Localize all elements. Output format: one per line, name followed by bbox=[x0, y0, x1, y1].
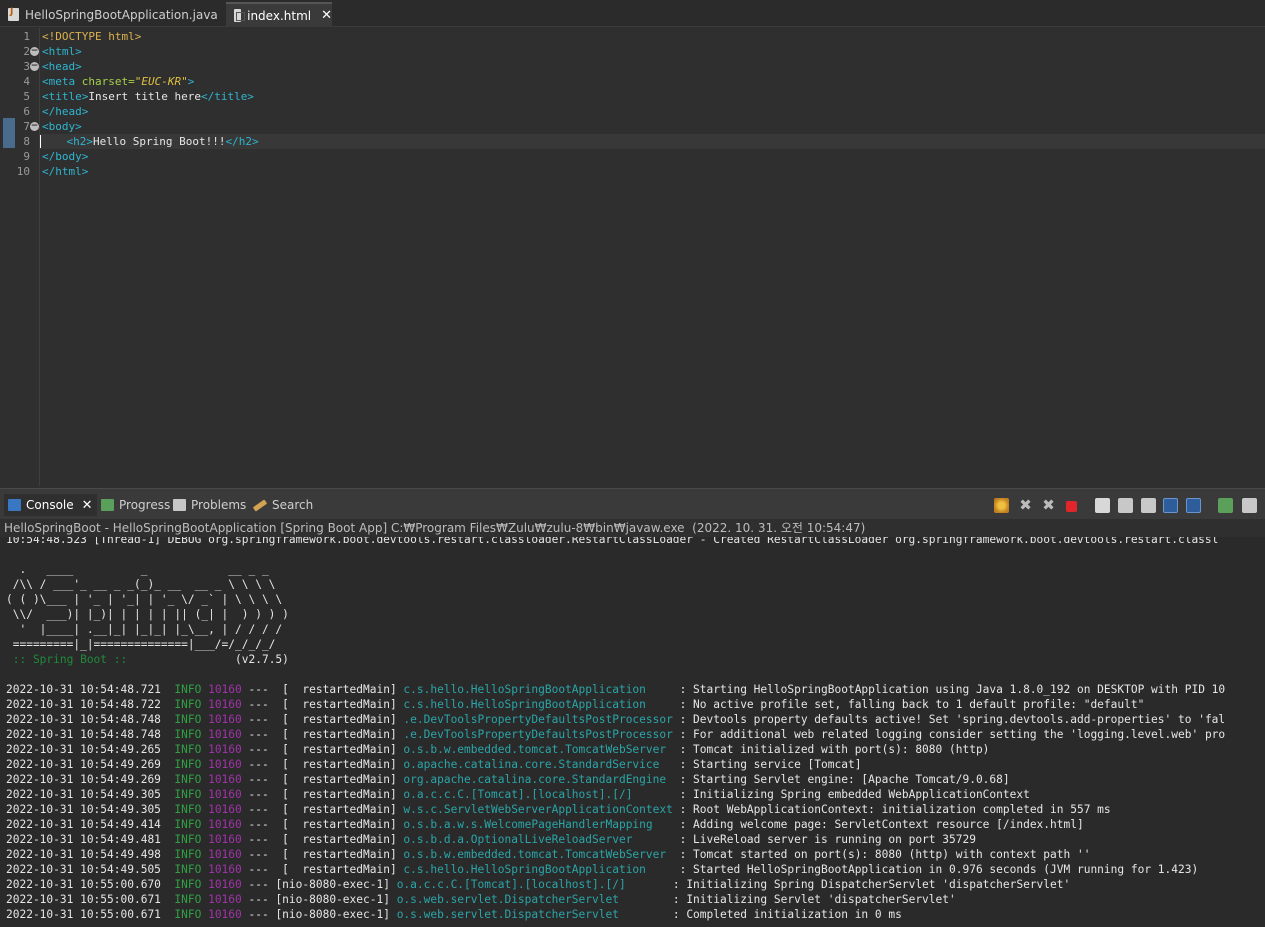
log-line: 2022-10-31 10:55:00.670 INFO 10160 --- [… bbox=[6, 878, 1071, 891]
tab-label: HelloSpringBootApplication.java bbox=[25, 7, 218, 22]
sync-icon[interactable] bbox=[994, 498, 1009, 513]
close-icon[interactable]: ✕ bbox=[321, 8, 332, 23]
text-cursor bbox=[40, 135, 41, 148]
spring-banner-line: \\/ ___)| |_)| | | | | || (_| | ) ) ) ) bbox=[6, 608, 289, 621]
pin-console-icon[interactable] bbox=[1163, 498, 1178, 513]
log-line: 2022-10-31 10:54:49.498 INFO 10160 --- [… bbox=[6, 848, 1091, 861]
code-line-4: <meta charset="EUC-KR"> bbox=[42, 75, 195, 88]
show-on-output-icon[interactable] bbox=[1186, 498, 1201, 513]
log-line: 2022-10-31 10:54:49.305 INFO 10160 --- [… bbox=[6, 788, 1030, 801]
fold-collapse-icon[interactable]: − bbox=[30, 122, 39, 131]
tab-problems[interactable]: Problems bbox=[173, 494, 246, 516]
log-line: 2022-10-31 10:54:48.748 INFO 10160 --- [… bbox=[6, 728, 1226, 741]
console-icon bbox=[8, 499, 21, 511]
editor-tab-bar: HelloSpringBootApplication.java index.ht… bbox=[0, 0, 1265, 27]
log-line: 2022-10-31 10:54:48.748 INFO 10160 --- [… bbox=[6, 713, 1226, 726]
line-number-gutter: 1 2 3 4 5 6 7 8 9 10 − − − bbox=[0, 28, 40, 486]
progress-icon bbox=[101, 499, 114, 511]
tab-progress[interactable]: Progress bbox=[101, 494, 170, 516]
code-line-8: <h2>Hello Spring Boot!!!</h2> bbox=[40, 134, 1265, 149]
display-console-icon[interactable] bbox=[1242, 498, 1257, 513]
code-line-10: </html> bbox=[42, 165, 89, 178]
terminate-icon[interactable] bbox=[1066, 501, 1077, 512]
spring-banner-line: /\\ / ___'_ __ _ _(_)_ __ __ _ \ \ \ \ bbox=[6, 578, 276, 591]
remove-all-icon[interactable]: ✖ bbox=[1041, 498, 1056, 513]
code-editor[interactable]: 1 2 3 4 5 6 7 8 9 10 − − − <!DOCTYPE htm… bbox=[0, 28, 1265, 486]
code-line-6: </head> bbox=[42, 105, 89, 118]
code-line-3: <head> bbox=[42, 60, 82, 73]
line-number: 7 bbox=[23, 120, 30, 133]
line-number: 9 bbox=[23, 150, 30, 163]
remove-launch-icon[interactable]: ✖ bbox=[1018, 498, 1033, 513]
line-number: 3 bbox=[23, 60, 30, 73]
console-output[interactable]: 10:54:48.523 [Thread-1] DEBUG org.spring… bbox=[0, 537, 1265, 927]
code-line-1: <!DOCTYPE html> bbox=[42, 30, 142, 43]
tab-index-html[interactable]: index.html ✕ bbox=[226, 2, 332, 27]
line-number: 8 bbox=[23, 135, 30, 148]
fold-collapse-icon[interactable]: − bbox=[30, 62, 39, 71]
spring-banner-line: . ____ _ __ _ _ bbox=[6, 563, 269, 576]
code-line-5: <title>Insert title here</title> bbox=[42, 90, 254, 103]
spring-banner-line: =========|_|==============|___/=/_/_/_/ bbox=[6, 638, 276, 651]
console-launch-description: HelloSpringBoot - HelloSpringBootApplica… bbox=[0, 519, 1265, 537]
log-line: 2022-10-31 10:54:48.722 INFO 10160 --- [… bbox=[6, 698, 1145, 711]
code-line-9: </body> bbox=[42, 150, 89, 163]
java-file-icon bbox=[8, 7, 19, 21]
scroll-lock-icon[interactable] bbox=[1118, 498, 1133, 513]
log-line: 2022-10-31 10:54:49.265 INFO 10160 --- [… bbox=[6, 743, 990, 756]
word-wrap-icon[interactable] bbox=[1141, 498, 1156, 513]
fold-collapse-icon[interactable]: − bbox=[30, 47, 39, 56]
spring-banner-line: ( ( )\___ | '_ | '_| | '_ \/ _` | \ \ \ … bbox=[6, 593, 283, 606]
search-icon bbox=[252, 498, 268, 512]
tab-label: index.html bbox=[247, 8, 312, 23]
code-area[interactable]: <!DOCTYPE html> <html> <head> <meta char… bbox=[40, 28, 1265, 486]
log-line: 2022-10-31 10:55:00.671 INFO 10160 --- [… bbox=[6, 908, 902, 921]
tab-console[interactable]: Console ✕ bbox=[4, 494, 97, 516]
tab-search[interactable]: Search bbox=[252, 494, 313, 516]
code-line-7: <body> bbox=[42, 120, 82, 133]
tab-hellospringbootapplication-java[interactable]: HelloSpringBootApplication.java bbox=[0, 2, 220, 27]
open-console-icon[interactable] bbox=[1218, 498, 1233, 513]
line-number: 6 bbox=[23, 105, 30, 118]
console-view-toolbar: Console ✕ Progress Problems Search ✖ ✖ bbox=[0, 488, 1265, 519]
log-line: 2022-10-31 10:54:49.481 INFO 10160 --- [… bbox=[6, 833, 976, 846]
code-line-2: <html> bbox=[42, 45, 82, 58]
line-number: 5 bbox=[23, 90, 30, 103]
log-line: 2022-10-31 10:54:49.505 INFO 10160 --- [… bbox=[6, 863, 1199, 876]
line-number: 2 bbox=[23, 45, 30, 58]
log-line: 2022-10-31 10:54:48.721 INFO 10160 --- [… bbox=[6, 683, 1226, 696]
spring-boot-version-line: :: Spring Boot :: (v2.7.5) bbox=[6, 653, 289, 666]
log-line: 2022-10-31 10:54:49.305 INFO 10160 --- [… bbox=[6, 803, 1111, 816]
line-number: 10 bbox=[16, 165, 30, 178]
log-line: 2022-10-31 10:54:49.414 INFO 10160 --- [… bbox=[6, 818, 1084, 831]
line-number: 1 bbox=[23, 30, 30, 43]
log-line: 2022-10-31 10:54:49.269 INFO 10160 --- [… bbox=[6, 773, 1010, 786]
log-line: 2022-10-31 10:55:00.671 INFO 10160 --- [… bbox=[6, 893, 956, 906]
html-file-icon bbox=[234, 9, 246, 22]
line-number: 4 bbox=[23, 75, 30, 88]
log-line: 2022-10-31 10:54:49.269 INFO 10160 --- [… bbox=[6, 758, 862, 771]
problems-icon bbox=[173, 499, 186, 511]
console-line: 10:54:48.523 [Thread-1] DEBUG org.spring… bbox=[6, 537, 1219, 546]
spring-banner-line: ' |____| .__|_| |_|_| |_\__, | / / / / bbox=[6, 623, 283, 636]
clear-console-icon[interactable] bbox=[1095, 498, 1110, 513]
close-icon[interactable]: ✕ bbox=[82, 498, 93, 513]
